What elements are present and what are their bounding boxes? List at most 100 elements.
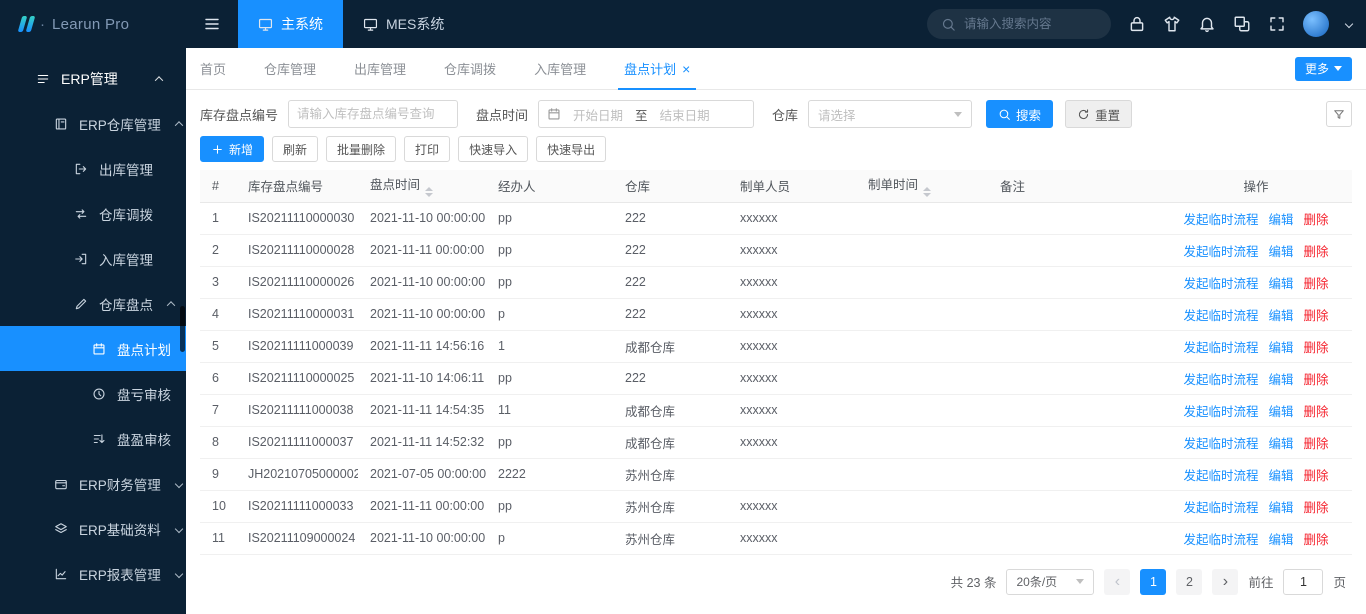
start-temp-flow-link[interactable]: 发起临时流程 [1183, 501, 1258, 515]
start-temp-flow-link[interactable]: 发起临时流程 [1183, 405, 1258, 419]
print-button[interactable]: 打印 [404, 136, 450, 162]
start-temp-flow-link[interactable]: 发起临时流程 [1183, 437, 1258, 451]
page-tab-1[interactable]: 仓库管理 [264, 48, 316, 89]
refresh-button[interactable]: 刷新 [272, 136, 318, 162]
edit-link[interactable]: 编辑 [1268, 405, 1293, 419]
close-icon[interactable]: × [682, 62, 690, 76]
prev-page-button[interactable]: ‹ [1104, 569, 1130, 595]
edit-link[interactable]: 编辑 [1268, 373, 1293, 387]
sidebar-item-2[interactable]: 出库管理 [0, 146, 186, 191]
sidebar-item-10[interactable]: ERP基础资料 [0, 506, 186, 551]
row-actions: 发起临时流程编辑删除 [1160, 330, 1352, 362]
delete-link[interactable]: 删除 [1304, 245, 1329, 259]
reset-button[interactable]: 重置 [1065, 100, 1132, 128]
delete-link[interactable]: 删除 [1304, 533, 1329, 547]
page-tab-2[interactable]: 出库管理 [354, 48, 406, 89]
sidebar-item-7[interactable]: 盘亏审核 [0, 371, 186, 416]
page-tab-4[interactable]: 入库管理 [534, 48, 586, 89]
goto-page-input[interactable] [1283, 569, 1323, 595]
start-temp-flow-link[interactable]: 发起临时流程 [1183, 533, 1258, 547]
chevron-up-icon [155, 76, 163, 84]
edit-link[interactable]: 编辑 [1268, 213, 1293, 227]
quick-import-button[interactable]: 快速导入 [458, 136, 528, 162]
add-button[interactable]: 新增 [200, 136, 264, 162]
start-temp-flow-link[interactable]: 发起临时流程 [1183, 373, 1258, 387]
delete-link[interactable]: 删除 [1304, 501, 1329, 515]
page-tab-5[interactable]: 盘点计划× [624, 48, 690, 89]
sort-icon[interactable] [923, 187, 931, 197]
cell: pp [486, 490, 613, 522]
delete-link[interactable]: 删除 [1304, 373, 1329, 387]
delete-link[interactable]: 删除 [1304, 437, 1329, 451]
column-header-2[interactable]: 盘点时间 [358, 170, 486, 202]
date-range-picker[interactable]: 开始日期 至 结束日期 [538, 100, 754, 128]
page-size-select[interactable]: 20条/页 [1006, 569, 1094, 595]
delete-link[interactable]: 删除 [1304, 309, 1329, 323]
sidebar-item-6[interactable]: 盘点计划 [0, 326, 186, 371]
quick-export-button[interactable]: 快速导出 [536, 136, 606, 162]
edit-link[interactable]: 编辑 [1268, 469, 1293, 483]
edit-link[interactable]: 编辑 [1268, 501, 1293, 515]
fullscreen-icon[interactable] [1268, 15, 1286, 33]
sort-icon[interactable] [425, 187, 433, 197]
page-tab-0[interactable]: 首页 [200, 48, 226, 89]
sidebar-item-1[interactable]: ERP仓库管理 [0, 101, 186, 146]
refresh-button-label: 刷新 [283, 141, 307, 158]
cell: 4 [200, 298, 236, 330]
sidebar-item-11[interactable]: ERP报表管理 [0, 551, 186, 596]
edit-link[interactable]: 编辑 [1268, 341, 1293, 355]
stocktake-no-input[interactable] [288, 100, 458, 128]
sidebar-item-8[interactable]: 盘盈审核 [0, 416, 186, 461]
table-body: 1IS202111100000302021-11-10 00:00:00pp22… [200, 202, 1352, 554]
start-temp-flow-link[interactable]: 发起临时流程 [1183, 277, 1258, 291]
start-date-placeholder[interactable]: 开始日期 [573, 105, 623, 124]
sidebar-item-5[interactable]: 仓库盘点 [0, 281, 186, 326]
screenshot-icon[interactable] [1233, 15, 1251, 33]
delete-link[interactable]: 删除 [1304, 277, 1329, 291]
bell-icon[interactable] [1198, 15, 1216, 33]
lock-icon[interactable] [1128, 15, 1146, 33]
avatar[interactable] [1303, 11, 1329, 37]
sidebar-scrollbar-thumb[interactable] [180, 306, 185, 352]
page-button-2[interactable]: 2 [1176, 569, 1202, 595]
global-search[interactable] [927, 9, 1111, 39]
delete-link[interactable]: 删除 [1304, 405, 1329, 419]
start-temp-flow-link[interactable]: 发起临时流程 [1183, 309, 1258, 323]
sidebar-item-3[interactable]: 仓库调拨 [0, 191, 186, 236]
delete-link[interactable]: 删除 [1304, 213, 1329, 227]
page-button-1[interactable]: 1 [1140, 569, 1166, 595]
warehouse-select[interactable]: 请选择 [808, 100, 972, 128]
sidebar-item-4[interactable]: 入库管理 [0, 236, 186, 281]
start-temp-flow-link[interactable]: 发起临时流程 [1183, 469, 1258, 483]
search-button[interactable]: 搜索 [986, 100, 1053, 128]
chevron-down-icon[interactable] [1345, 20, 1353, 28]
tab-mes-system[interactable]: MES系统 [343, 0, 464, 48]
delete-link[interactable]: 删除 [1304, 341, 1329, 355]
start-temp-flow-link[interactable]: 发起临时流程 [1183, 341, 1258, 355]
page-tab-3[interactable]: 仓库调拨 [444, 48, 496, 89]
edit-link[interactable]: 编辑 [1268, 533, 1293, 547]
start-temp-flow-link[interactable]: 发起临时流程 [1183, 245, 1258, 259]
menu-toggle-button[interactable] [186, 0, 238, 48]
edit-link[interactable]: 编辑 [1268, 309, 1293, 323]
theme-skin-icon[interactable] [1163, 15, 1181, 33]
cell: IS20211109000024 [236, 522, 358, 554]
column-header-5: 制单人员 [728, 170, 856, 202]
start-temp-flow-link[interactable]: 发起临时流程 [1183, 213, 1258, 227]
sidebar-item-9[interactable]: ERP财务管理 [0, 461, 186, 506]
edit-link[interactable]: 编辑 [1268, 277, 1293, 291]
edit-link[interactable]: 编辑 [1268, 245, 1293, 259]
delete-link[interactable]: 删除 [1304, 469, 1329, 483]
sidebar-item-0[interactable]: ERP管理 [0, 56, 186, 101]
more-button[interactable]: 更多 [1295, 57, 1352, 81]
next-page-button[interactable]: › [1212, 569, 1238, 595]
batch-delete-button[interactable]: 批量删除 [326, 136, 396, 162]
edit-link[interactable]: 编辑 [1268, 437, 1293, 451]
column-header-8: 操作 [1160, 170, 1352, 202]
tab-main-system[interactable]: 主系统 [238, 0, 343, 48]
global-search-input[interactable] [964, 17, 1094, 31]
cell: pp [486, 362, 613, 394]
end-date-placeholder[interactable]: 结束日期 [660, 105, 710, 124]
filter-collapse-button[interactable] [1326, 101, 1352, 127]
column-header-6[interactable]: 制单时间 [856, 170, 988, 202]
